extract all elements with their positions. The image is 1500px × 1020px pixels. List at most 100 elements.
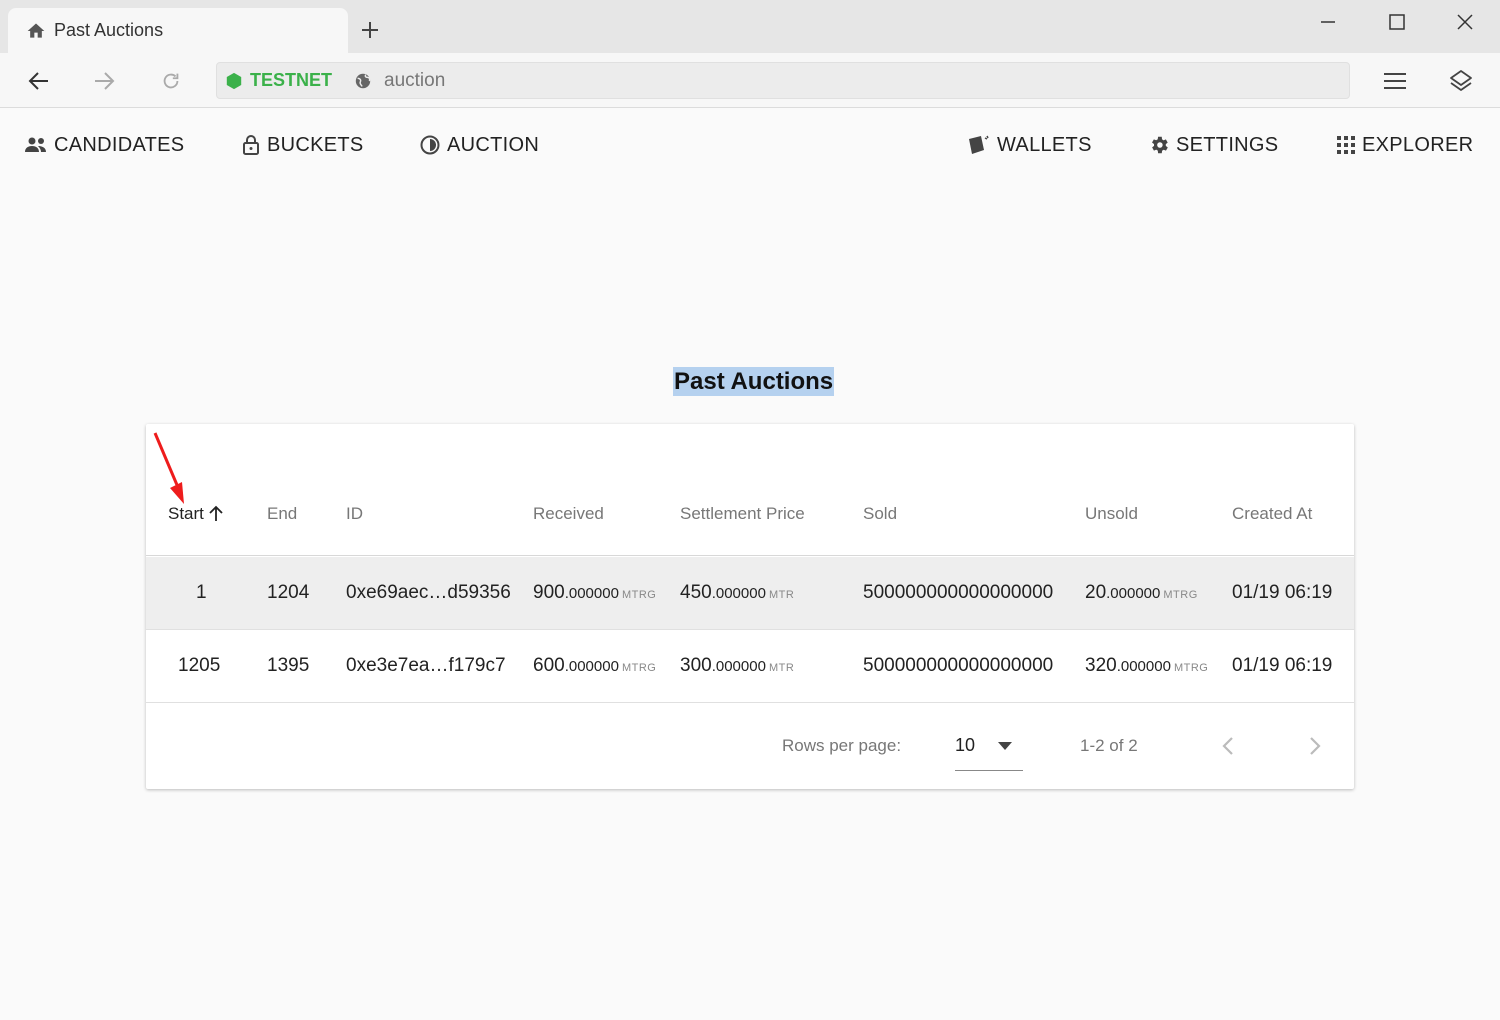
table-row[interactable]: 1205 1395 0xe3e7ea…f179c7 600.000000 MTRG… <box>146 630 1354 703</box>
table-pagination: Rows per page: 10 1-2 of 2 <box>146 703 1354 789</box>
nav-wallets[interactable]: WALLETS <box>967 132 1092 158</box>
layers-icon <box>1450 70 1472 91</box>
reload-button[interactable] <box>155 65 187 97</box>
minimize-icon <box>1321 21 1335 23</box>
apps-grid-icon <box>1337 136 1355 154</box>
unsold-unit: MTRG <box>1163 589 1198 601</box>
price-unit: MTR <box>768 662 795 674</box>
cell-created-at: 01/19 06:19 <box>1232 655 1333 676</box>
cell-unsold: 20.000000 MTRG <box>1085 582 1198 604</box>
received-decimals: .000000 <box>564 658 619 675</box>
nav-buckets[interactable]: BUCKETS <box>241 132 364 158</box>
nav-settings-label: SETTINGS <box>1176 133 1279 156</box>
pagination-range: 1-2 of 2 <box>1080 736 1138 755</box>
unsold-unit: MTRG <box>1173 662 1209 674</box>
maximize-icon <box>1389 14 1405 30</box>
dropdown-caret-icon <box>998 742 1012 750</box>
contrast-icon <box>420 135 440 155</box>
gear-icon <box>1152 136 1168 154</box>
browser-tab-strip: Past Auctions <box>0 0 1500 53</box>
home-icon <box>27 23 45 38</box>
column-header-settlement-price[interactable]: Settlement Price <box>680 504 805 524</box>
network-badge: TESTNET <box>225 70 332 91</box>
nav-explorer[interactable]: EXPLORER <box>1336 132 1473 158</box>
hamburger-icon <box>1384 73 1406 89</box>
cell-created-at: 01/19 06:19 <box>1232 582 1333 603</box>
annotation-arrow-icon <box>153 432 184 504</box>
maximize-button[interactable] <box>1379 8 1415 36</box>
network-label: TESTNET <box>250 70 333 90</box>
forward-button[interactable] <box>88 65 120 97</box>
cell-start: 1205 <box>178 655 221 676</box>
price-decimals: .000000 <box>711 658 766 675</box>
address-bar[interactable]: TESTNET auction <box>216 62 1350 99</box>
price-integer: 300 <box>680 655 712 676</box>
column-header-id[interactable]: ID <box>346 504 363 524</box>
cell-settlement-price: 450.000000 MTR <box>680 582 794 604</box>
table-header: Start End ID Received Settlement Price S… <box>146 424 1354 556</box>
price-unit: MTR <box>768 589 795 601</box>
minimize-button[interactable] <box>1310 8 1346 36</box>
nav-settings[interactable]: SETTINGS <box>1148 132 1278 158</box>
layers-button[interactable] <box>1445 65 1477 97</box>
globe-icon <box>355 73 371 88</box>
chevron-left-icon <box>1222 737 1233 755</box>
menu-button[interactable] <box>1379 65 1411 97</box>
cell-end: 1395 <box>267 655 310 676</box>
column-header-created-at[interactable]: Created At <box>1232 504 1312 524</box>
close-window-button[interactable] <box>1447 8 1483 36</box>
sort-ascending-icon <box>209 505 223 521</box>
received-decimals: .000000 <box>564 585 619 602</box>
app-navigation: CANDIDATES BUCKETS AUCTION WALLETS SETTI… <box>0 108 1500 180</box>
unsold-decimals: .000000 <box>1106 585 1161 602</box>
url-text: auction <box>384 69 446 91</box>
nav-auction[interactable]: AUCTION <box>419 132 539 158</box>
next-page-button[interactable] <box>1300 731 1330 761</box>
arrow-right-icon <box>95 72 115 90</box>
unsold-decimals: .000000 <box>1116 658 1171 675</box>
cell-end: 1204 <box>267 582 310 603</box>
price-decimals: .000000 <box>711 585 766 602</box>
tab-title: Past Auctions <box>54 20 164 40</box>
unsold-integer: 320 <box>1085 655 1117 676</box>
plus-icon <box>362 22 378 38</box>
column-header-end[interactable]: End <box>267 504 297 524</box>
rows-per-page-select[interactable]: 10 <box>955 725 1023 771</box>
cell-received: 600.000000 MTRG <box>533 655 656 677</box>
people-icon <box>25 137 46 152</box>
back-button[interactable] <box>23 65 55 97</box>
nav-candidates-label: CANDIDATES <box>54 133 185 156</box>
cell-unsold: 320.000000 MTRG <box>1085 655 1208 677</box>
cell-id: 0xe69aec…d59356 <box>346 582 511 603</box>
rows-per-page-value: 10 <box>955 735 976 755</box>
chevron-right-icon <box>1310 737 1321 755</box>
reload-icon <box>163 73 179 89</box>
received-unit: MTRG <box>621 662 657 674</box>
nav-buckets-label: BUCKETS <box>267 133 364 156</box>
wallet-cards-icon <box>969 135 989 154</box>
price-integer: 450 <box>680 582 712 603</box>
new-tab-button[interactable] <box>356 16 384 44</box>
unsold-integer: 20 <box>1085 582 1107 603</box>
lock-icon <box>243 135 259 155</box>
cell-start: 1 <box>196 582 207 603</box>
previous-page-button[interactable] <box>1213 731 1243 761</box>
browser-tab[interactable]: Past Auctions <box>8 8 348 53</box>
cell-sold: 500000000000000000 <box>863 582 1054 603</box>
nav-wallets-label: WALLETS <box>997 133 1092 156</box>
column-header-received[interactable]: Received <box>533 504 604 524</box>
cell-id: 0xe3e7ea…f179c7 <box>346 655 506 676</box>
cell-received: 900.000000 MTRG <box>533 582 656 604</box>
hexagon-icon <box>226 72 242 89</box>
cell-sold: 500000000000000000 <box>863 655 1054 676</box>
column-header-unsold[interactable]: Unsold <box>1085 504 1138 524</box>
received-unit: MTRG <box>621 589 657 601</box>
table-row[interactable]: 1 1204 0xe69aec…d59356 900.000000 MTRG 45… <box>146 557 1354 630</box>
arrow-left-icon <box>28 72 48 90</box>
received-integer: 600 <box>533 655 565 676</box>
browser-toolbar: TESTNET auction <box>0 53 1500 108</box>
page-title: Past Auctions <box>673 367 835 396</box>
nav-candidates[interactable]: CANDIDATES <box>24 132 184 158</box>
column-header-sold[interactable]: Sold <box>863 504 897 524</box>
auctions-table-card: Start End ID Received Settlement Price S… <box>146 424 1354 789</box>
